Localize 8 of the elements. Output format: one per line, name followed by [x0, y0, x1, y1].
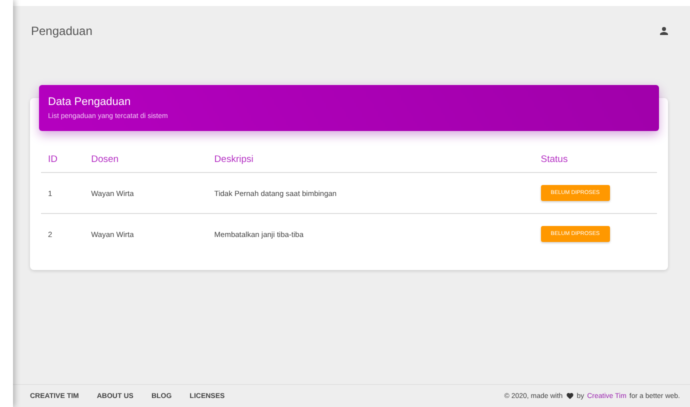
column-header: Status [534, 144, 657, 172]
navbar-title: Pengaduan [31, 24, 92, 38]
column-header: Deskripsi [207, 144, 534, 172]
column-header: Dosen [84, 144, 208, 172]
column-header: ID [41, 144, 84, 172]
card-title: Data Pengaduan [48, 96, 132, 108]
person-icon[interactable] [658, 25, 670, 37]
heart-icon [566, 392, 574, 400]
